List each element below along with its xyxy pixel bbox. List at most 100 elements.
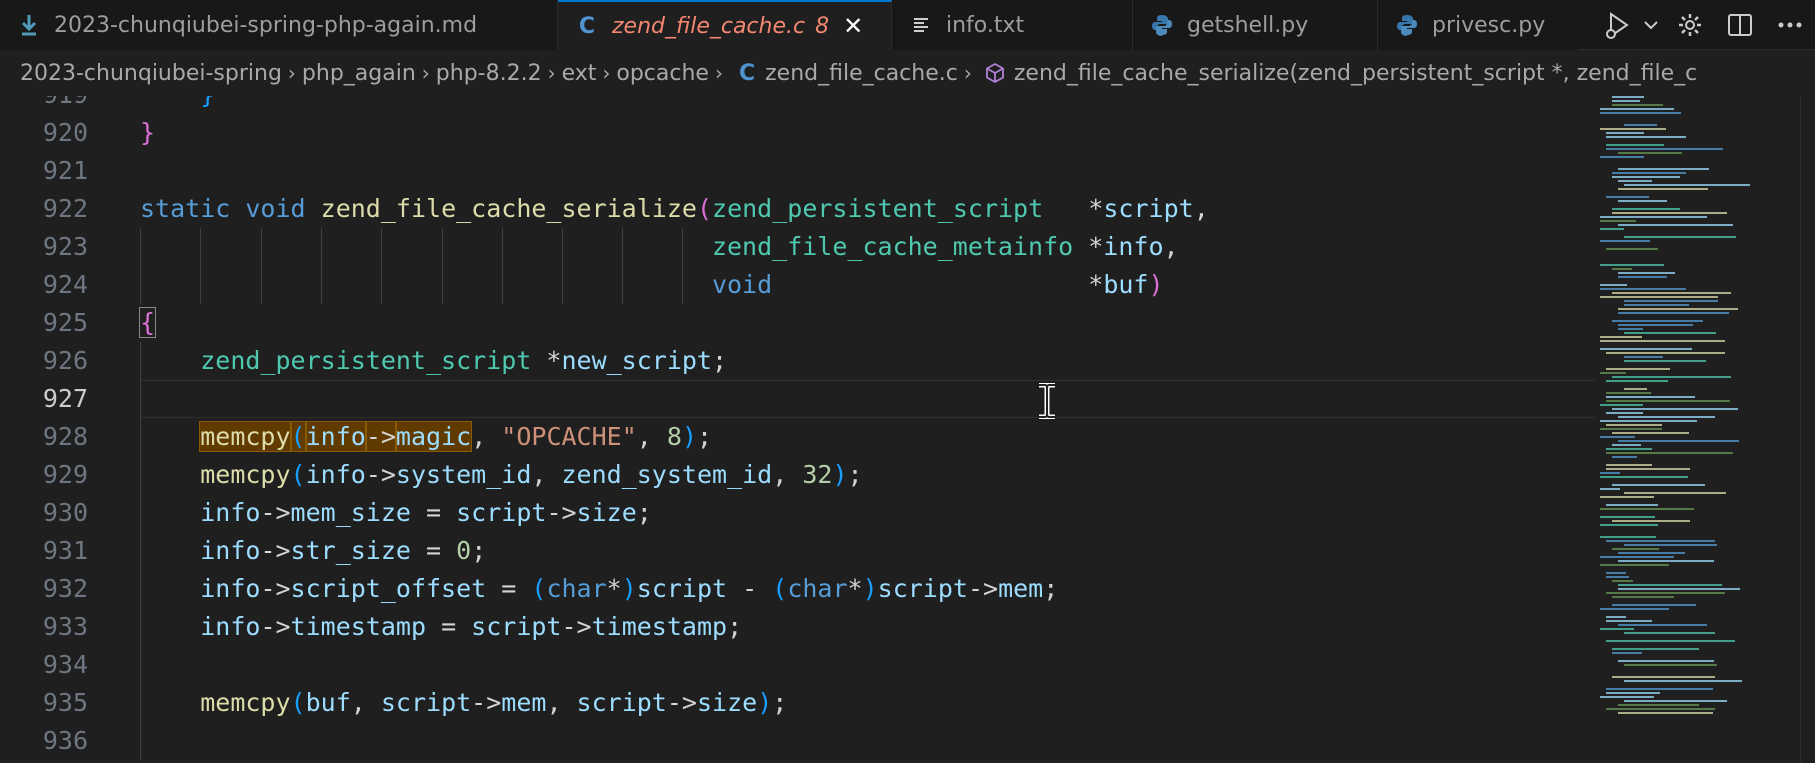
- tab-zend-file-cache[interactable]: C zend_file_cache.c 8 ✕: [558, 0, 892, 50]
- line-number: 919: [0, 96, 88, 114]
- code-line[interactable]: 933 info->timestamp = script->timestamp;: [0, 608, 1595, 646]
- minimap-line: [1600, 436, 1635, 438]
- minimap-line: [1612, 100, 1640, 102]
- minimap-line: [1612, 596, 1674, 598]
- close-icon[interactable]: ✕: [843, 12, 863, 40]
- breadcrumb-symbol[interactable]: zend_file_cache_serialize(zend_persisten…: [1014, 61, 1697, 86]
- code-text: info->timestamp = script->timestamp;: [200, 612, 743, 641]
- code-line[interactable]: 927: [0, 380, 1595, 418]
- minimap-line: [1600, 420, 1697, 422]
- code-text: info->str_size = 0;: [200, 536, 487, 565]
- code-line[interactable]: 923 zend_file_cache_metainfo *info,: [0, 228, 1595, 266]
- code-line[interactable]: 925 {: [0, 304, 1595, 342]
- code-text: zend_persistent_script *new_script;: [200, 346, 728, 375]
- minimap-line: [1618, 584, 1722, 586]
- minimap-line: [1606, 616, 1626, 618]
- minimap-line: [1606, 692, 1660, 694]
- line-number: 928: [42, 422, 88, 451]
- breadcrumb-item[interactable]: php_again: [302, 61, 416, 86]
- minimap-line: [1606, 448, 1652, 450]
- minimap-line: [1612, 96, 1644, 98]
- minimap-line: [1624, 360, 1706, 362]
- code-line[interactable]: 929 memcpy(info->system_id, zend_system_…: [0, 456, 1595, 494]
- vertical-scrollbar[interactable]: [1800, 96, 1815, 763]
- breadcrumb-item[interactable]: php-8.2.2: [436, 61, 542, 86]
- minimap-line: [1612, 212, 1727, 214]
- minimap-line: [1600, 220, 1636, 222]
- tab-markdown[interactable]: 2023-chunqiubei-spring-php-again.md: [0, 0, 558, 50]
- minimap-line: [1618, 308, 1738, 310]
- minimap-line: [1606, 392, 1651, 394]
- minimap-line: [1600, 496, 1654, 498]
- more-icon[interactable]: [1765, 0, 1815, 50]
- code-line[interactable]: 920}: [0, 114, 1595, 152]
- minimap[interactable]: [1600, 96, 1800, 763]
- code-text: memcpy(buf, script->mem, script->size);: [200, 688, 788, 717]
- line-number: 929: [42, 460, 88, 489]
- code-line[interactable]: 922 static void zend_file_cache_serialize…: [0, 190, 1595, 228]
- line-number: 925: [42, 308, 88, 337]
- minimap-line: [1606, 592, 1725, 594]
- line-number: 933: [42, 612, 88, 641]
- python-icon: [1151, 14, 1173, 36]
- tab-privesc-py[interactable]: privesc.py: [1378, 0, 1578, 50]
- breadcrumb-item[interactable]: 2023-chunqiubei-spring: [20, 61, 282, 86]
- code-line[interactable]: 930 info->mem_size = script->size;: [0, 494, 1595, 532]
- code-line[interactable]: 928 memcpy(info->magic, "OPCACHE", 8);: [0, 418, 1595, 456]
- line-number: 920: [42, 118, 88, 147]
- minimap-line: [1612, 548, 1659, 550]
- tab-getshell-py[interactable]: getshell.py: [1133, 0, 1378, 50]
- tab-info-txt[interactable]: info.txt: [892, 0, 1133, 50]
- minimap-line: [1600, 156, 1644, 158]
- minimap-line: [1606, 572, 1626, 574]
- code-line[interactable]: 934: [0, 646, 1595, 684]
- minimap-line: [1618, 440, 1739, 442]
- minimap-line: [1600, 128, 1666, 130]
- code-line[interactable]: 931 info->str_size = 0;: [0, 532, 1595, 570]
- minimap-line: [1606, 132, 1644, 134]
- minimap-line: [1606, 452, 1733, 454]
- minimap-line: [1606, 380, 1668, 382]
- minimap-line: [1600, 608, 1669, 610]
- code-line[interactable]: 926 zend_persistent_script *new_script;: [0, 342, 1595, 380]
- code-line[interactable]: 935 memcpy(buf, script->mem, script->siz…: [0, 684, 1595, 722]
- minimap-line: [1618, 188, 1708, 190]
- minimap-line: [1618, 324, 1693, 326]
- download-arrow-icon: [18, 14, 40, 36]
- minimap-line: [1606, 464, 1652, 466]
- code-line[interactable]: 919 }: [0, 96, 1595, 114]
- line-number: 922: [42, 194, 88, 223]
- minimap-line: [1600, 336, 1642, 338]
- minimap-line: [1606, 368, 1670, 370]
- minimap-line: [1612, 208, 1680, 210]
- breadcrumb-item[interactable]: opcache: [616, 61, 709, 86]
- minimap-line: [1600, 428, 1662, 430]
- minimap-line: [1606, 576, 1629, 578]
- code-line[interactable]: 921: [0, 152, 1595, 190]
- breadcrumb-file[interactable]: zend_file_cache.c: [765, 61, 958, 86]
- minimap-line: [1606, 396, 1695, 398]
- minimap-line: [1606, 540, 1715, 542]
- code-line[interactable]: 924 void *buf): [0, 266, 1595, 304]
- gear-icon[interactable]: [1665, 0, 1715, 50]
- minimap-line: [1606, 412, 1643, 414]
- code-editor[interactable]: 919 }920}921922static void zend_file_cac…: [0, 96, 1595, 763]
- minimap-line: [1612, 292, 1731, 294]
- minimap-line: [1612, 652, 1642, 654]
- code-line[interactable]: 932 info->script_offset = (char*)script …: [0, 570, 1595, 608]
- minimap-line: [1606, 400, 1730, 402]
- chevron-down-icon[interactable]: [1637, 0, 1665, 50]
- minimap-line: [1606, 136, 1686, 138]
- minimap-line: [1618, 200, 1667, 202]
- line-number: 934: [42, 650, 88, 679]
- problem-count-badge: 8: [815, 13, 830, 39]
- minimap-line: [1618, 588, 1740, 590]
- chevron-right-icon: ›: [714, 61, 723, 85]
- run-debug-icon[interactable]: [1599, 0, 1637, 50]
- code-line[interactable]: 936: [0, 722, 1595, 760]
- minimap-line: [1612, 376, 1731, 378]
- minimap-line: [1612, 604, 1696, 606]
- breadcrumb-item[interactable]: ext: [562, 61, 597, 86]
- split-editor-icon[interactable]: [1715, 0, 1765, 50]
- minimap-line: [1618, 276, 1667, 278]
